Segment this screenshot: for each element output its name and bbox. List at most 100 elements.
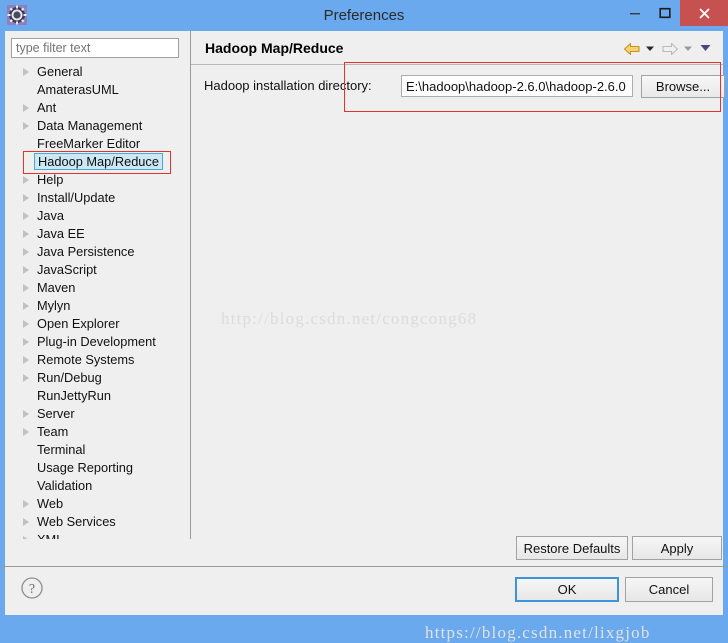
sidebar-item-freemarker-editor[interactable]: FreeMarker Editor <box>5 135 190 153</box>
expand-triangle-icon[interactable] <box>23 230 29 238</box>
sidebar-item-label: AmaterasUML <box>37 82 119 97</box>
expand-triangle-icon[interactable] <box>23 410 29 418</box>
sidebar-item-label: Hadoop Map/Reduce <box>34 153 163 170</box>
sidebar-item-label: Java Persistence <box>37 244 135 259</box>
gear-icon <box>6 4 28 26</box>
restore-defaults-button[interactable]: Restore Defaults <box>516 536 628 560</box>
sidebar-item-label: Mylyn <box>37 298 71 313</box>
sidebar-item-amaterasuml[interactable]: AmaterasUML <box>5 81 190 99</box>
sidebar-item-label: JavaScript <box>37 262 97 277</box>
sidebar-item-open-explorer[interactable]: Open Explorer <box>5 315 190 333</box>
sidebar-item-label: Remote Systems <box>37 352 135 367</box>
expand-triangle-icon[interactable] <box>23 320 29 328</box>
sidebar-item-java[interactable]: Java <box>5 207 190 225</box>
minimize-button[interactable] <box>620 0 650 26</box>
preferences-tree-panel: General AmaterasUML Ant Data Management Free… <box>5 31 190 539</box>
expand-triangle-icon[interactable] <box>23 338 29 346</box>
sidebar-item-label: Server <box>37 406 75 421</box>
cancel-button[interactable]: Cancel <box>625 577 713 602</box>
sidebar-item-run-debug[interactable]: Run/Debug <box>5 369 190 387</box>
back-arrow-icon[interactable] <box>623 41 641 57</box>
forward-arrow-icon <box>661 41 679 57</box>
expand-triangle-icon[interactable] <box>23 266 29 274</box>
sidebar-item-label: Validation <box>37 478 93 493</box>
sidebar-item-data-management[interactable]: Data Management <box>5 117 190 135</box>
watermark-bottom: https://blog.csdn.net/lixgjob <box>425 623 651 642</box>
sidebar-item-terminal[interactable]: Terminal <box>5 441 190 459</box>
title-bar[interactable]: Preferences <box>0 0 728 31</box>
sidebar-item-mylyn[interactable]: Mylyn <box>5 297 190 315</box>
expand-triangle-icon[interactable] <box>23 284 29 292</box>
sidebar-item-label: Plug-in Development <box>37 334 156 349</box>
sidebar-item-label: Terminal <box>37 442 86 457</box>
sidebar-item-ant[interactable]: Ant <box>5 99 190 117</box>
page-navigation-toolbar <box>623 40 713 58</box>
sidebar-item-label: Web Services <box>37 514 116 529</box>
sidebar-item-validation[interactable]: Validation <box>5 477 190 495</box>
expand-triangle-icon[interactable] <box>23 248 29 256</box>
page-content-panel: Hadoop Map/Reduce Hadoop installation di… <box>191 31 725 560</box>
sidebar-item-label: Ant <box>37 100 57 115</box>
title-separator <box>191 64 723 65</box>
hadoop-directory-input[interactable] <box>401 75 633 97</box>
sidebar-item-general[interactable]: General <box>5 63 190 81</box>
expand-triangle-icon[interactable] <box>23 374 29 382</box>
sidebar-item-runjettyrun[interactable]: RunJettyRun <box>5 387 190 405</box>
expand-triangle-icon[interactable] <box>23 212 29 220</box>
close-icon <box>680 0 728 26</box>
sidebar-item-team[interactable]: Team <box>5 423 190 441</box>
sidebar-item-label: Java EE <box>37 226 85 241</box>
expand-triangle-icon[interactable] <box>23 500 29 508</box>
filter-input[interactable] <box>11 38 179 58</box>
sidebar-item-install-update[interactable]: Install/Update <box>5 189 190 207</box>
sidebar-item-label: Web <box>37 496 64 511</box>
sidebar-item-label: Team <box>37 424 69 439</box>
sidebar-item-label: Java <box>37 208 65 223</box>
expand-triangle-icon[interactable] <box>23 176 29 184</box>
sidebar-item-label: Open Explorer <box>37 316 120 331</box>
sidebar-item-xml[interactable]: XML <box>5 531 190 539</box>
svg-text:?: ? <box>29 582 35 597</box>
close-button[interactable] <box>680 0 728 26</box>
sidebar-item-label: XML <box>37 531 63 539</box>
expand-triangle-icon[interactable] <box>23 518 29 526</box>
sidebar-item-java-ee[interactable]: Java EE <box>5 225 190 243</box>
sidebar-item-javascript[interactable]: JavaScript <box>5 261 190 279</box>
sidebar-item-remote-systems[interactable]: Remote Systems <box>5 351 190 369</box>
expand-triangle-icon[interactable] <box>23 104 29 112</box>
dialog-client-area: General AmaterasUML Ant Data Management Free… <box>0 31 728 642</box>
question-mark-icon[interactable]: ? <box>20 576 44 600</box>
sidebar-item-hadoop-map-reduce[interactable]: Hadoop Map/Reduce <box>5 153 190 171</box>
sidebar-item-label: Help <box>37 172 64 187</box>
sidebar-item-help[interactable]: Help <box>5 171 190 189</box>
sidebar-item-usage-reporting[interactable]: Usage Reporting <box>5 459 190 477</box>
expand-triangle-icon[interactable] <box>23 302 29 310</box>
sidebar-item-server[interactable]: Server <box>5 405 190 423</box>
expand-triangle-icon[interactable] <box>23 356 29 364</box>
back-history-chevron-down-icon[interactable] <box>644 41 658 57</box>
preferences-tree[interactable]: General AmaterasUML Ant Data Management Free… <box>5 63 190 539</box>
preferences-dialog: Preferences General AmaterasUML Ant Data Ma… <box>0 0 728 642</box>
browse-button[interactable]: Browse... <box>641 75 725 98</box>
sidebar-item-label: Data Management <box>37 118 143 133</box>
sidebar-item-maven[interactable]: Maven <box>5 279 190 297</box>
sidebar-item-label: General <box>37 64 83 79</box>
expand-triangle-icon[interactable] <box>23 536 29 539</box>
page-menu-chevron-down-icon[interactable] <box>699 41 713 57</box>
forward-history-chevron-down-icon <box>682 41 696 57</box>
maximize-icon <box>650 0 680 26</box>
apply-button[interactable]: Apply <box>632 536 722 560</box>
sidebar-item-label: Install/Update <box>37 190 116 205</box>
sidebar-item-web[interactable]: Web <box>5 495 190 513</box>
sidebar-item-web-services[interactable]: Web Services <box>5 513 190 531</box>
sidebar-item-plug-in-development[interactable]: Plug-in Development <box>5 333 190 351</box>
expand-triangle-icon[interactable] <box>23 428 29 436</box>
sidebar-item-label: RunJettyRun <box>37 388 111 403</box>
ok-button[interactable]: OK <box>515 577 619 602</box>
expand-triangle-icon[interactable] <box>23 194 29 202</box>
watermark-main: http://blog.csdn.net/congcong68 <box>221 309 478 328</box>
maximize-button[interactable] <box>650 0 680 26</box>
expand-triangle-icon[interactable] <box>23 122 29 130</box>
sidebar-item-java-persistence[interactable]: Java Persistence <box>5 243 190 261</box>
expand-triangle-icon[interactable] <box>23 68 29 76</box>
